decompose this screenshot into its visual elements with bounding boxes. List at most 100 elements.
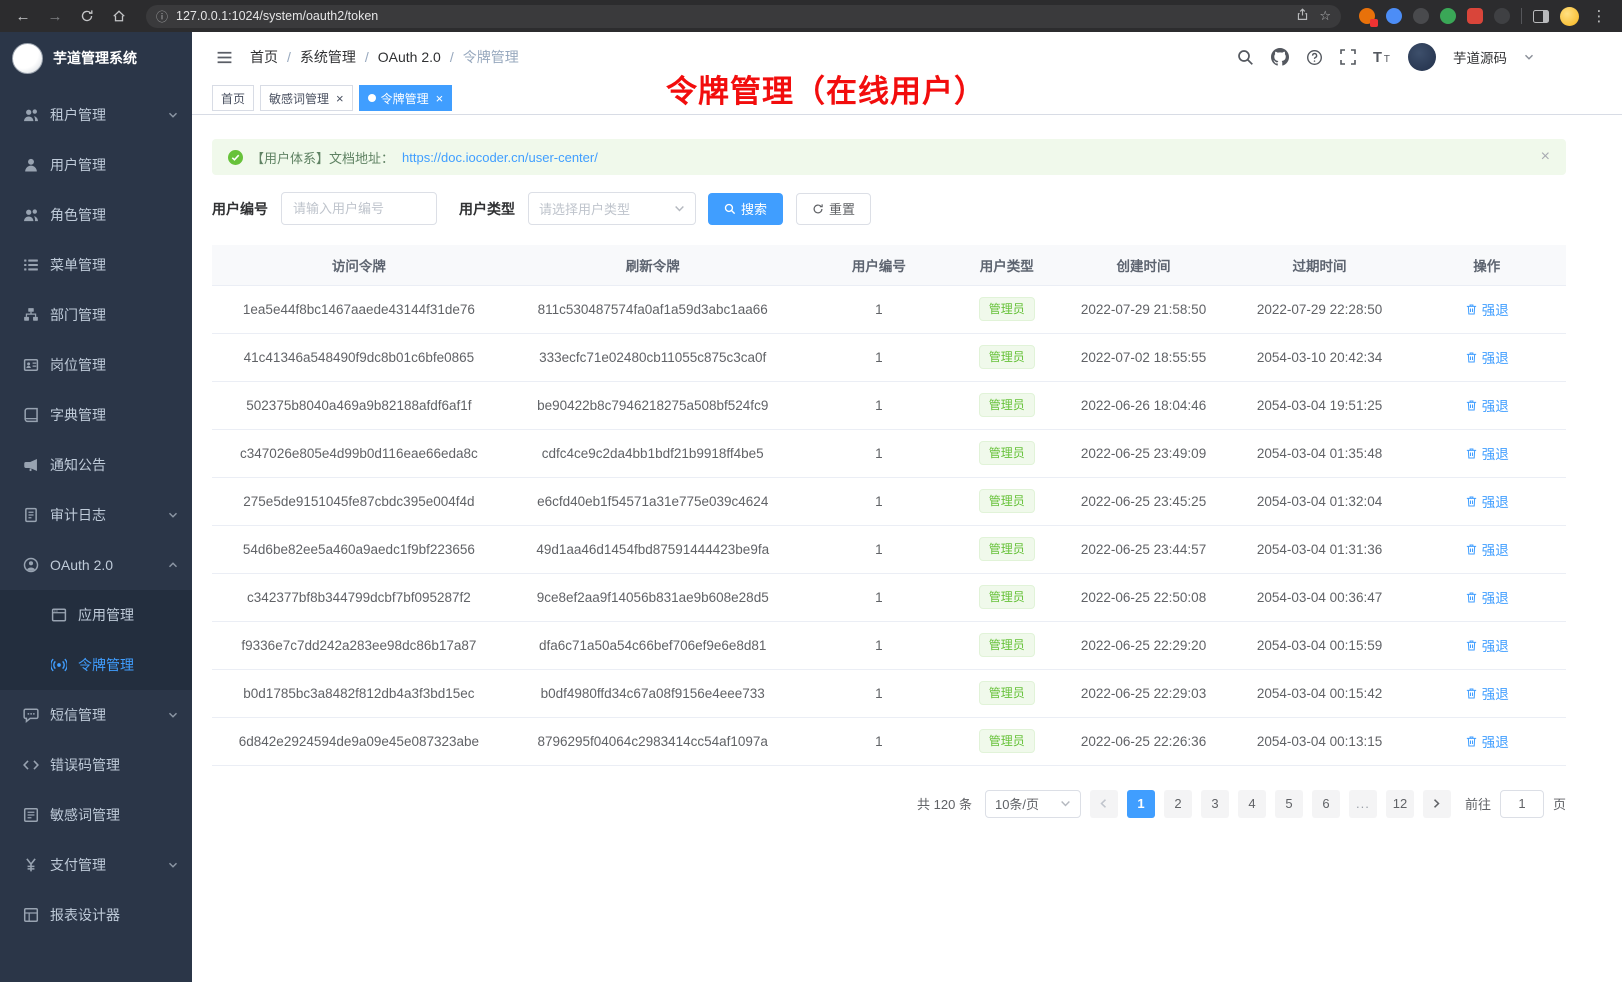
revoke-label: 强退 <box>1482 395 1509 415</box>
revoke-button[interactable]: 强退 <box>1465 587 1509 607</box>
user-type-select[interactable]: 请选择用户类型 <box>528 192 696 225</box>
search-button[interactable]: 搜索 <box>708 193 783 225</box>
breadcrumb-item-oauth2[interactable]: OAuth 2.0 <box>378 49 441 65</box>
share-icon[interactable] <box>1296 8 1309 24</box>
table-row: c347026e805e4d99b0d116eae66eda8ccdfc4ce9… <box>212 429 1566 477</box>
sidebar-item-pay[interactable]: 支付管理 <box>0 840 192 890</box>
sidebar-item-dept[interactable]: 部门管理 <box>0 290 192 340</box>
goto-page-input[interactable] <box>1500 790 1544 818</box>
page-button-12[interactable]: 12 <box>1386 790 1414 818</box>
extension-icon-1[interactable] <box>1359 8 1375 24</box>
revoke-label: 强退 <box>1482 539 1509 559</box>
page-button-1[interactable]: 1 <box>1127 790 1155 818</box>
revoke-button[interactable]: 强退 <box>1465 539 1509 559</box>
close-icon[interactable]: × <box>1541 148 1550 166</box>
sidebar-item-tenant[interactable]: 租户管理 <box>0 90 192 140</box>
extension-icon-4[interactable] <box>1440 8 1456 24</box>
sidebar-item-audit-log[interactable]: 审计日志 <box>0 490 192 540</box>
revoke-button[interactable]: 强退 <box>1465 395 1509 415</box>
more-pages-button[interactable]: ... <box>1349 790 1377 818</box>
user-name[interactable]: 芋道源码 <box>1453 47 1507 67</box>
trash-icon <box>1465 639 1478 652</box>
sidebar-item-sms[interactable]: 短信管理 <box>0 690 192 740</box>
back-icon[interactable]: ← <box>14 6 32 26</box>
page-button-2[interactable]: 2 <box>1164 790 1192 818</box>
app-logo[interactable]: 芋道管理系统 <box>0 32 192 84</box>
revoke-button[interactable]: 强退 <box>1465 299 1509 319</box>
extension-icon-2[interactable] <box>1386 8 1402 24</box>
page-button-5[interactable]: 5 <box>1275 790 1303 818</box>
create-time-cell: 2022-06-25 23:45:25 <box>1056 477 1232 525</box>
page-button-4[interactable]: 4 <box>1238 790 1266 818</box>
browser-profile-avatar[interactable] <box>1560 7 1579 26</box>
bookmark-star-icon[interactable]: ☆ <box>1319 8 1331 24</box>
sidebar-item-post[interactable]: 岗位管理 <box>0 340 192 390</box>
page-size-select[interactable]: 10条/页 <box>985 790 1081 818</box>
alert-link[interactable]: https://doc.iocoder.cn/user-center/ <box>402 150 598 165</box>
revoke-button[interactable]: 强退 <box>1465 635 1509 655</box>
user-avatar[interactable] <box>1408 43 1436 71</box>
site-info-icon[interactable]: ⓘ <box>156 8 168 25</box>
extension-icon-3[interactable] <box>1413 8 1429 24</box>
tab-home[interactable]: 首页 <box>212 85 254 111</box>
create-time-cell: 2022-06-25 22:26:36 <box>1056 717 1232 765</box>
breadcrumb-item-system[interactable]: 系统管理 <box>300 47 356 67</box>
sidebar-item-role[interactable]: 角色管理 <box>0 190 192 240</box>
sidebar-item-report[interactable]: 报表设计器 <box>0 890 192 940</box>
trash-icon <box>1465 591 1478 604</box>
reset-button[interactable]: 重置 <box>796 193 871 225</box>
table-row: f9336e7c7dd242a283ee98dc86b17a87dfa6c71a… <box>212 621 1566 669</box>
tab-token[interactable]: 令牌管理 × <box>359 85 453 111</box>
page-button-6[interactable]: 6 <box>1312 790 1340 818</box>
font-size-icon[interactable]: TT <box>1373 48 1391 66</box>
table-header-row: 访问令牌刷新令牌用户编号用户类型创建时间过期时间操作 <box>212 245 1566 285</box>
sidebar-item-error-code[interactable]: 错误码管理 <box>0 740 192 790</box>
page-numbers: 123456...12 <box>1127 790 1414 818</box>
sidebar-item-app[interactable]: 应用管理 <box>0 590 192 640</box>
chevron-down-icon <box>168 510 178 520</box>
home-icon[interactable] <box>110 6 128 26</box>
collapse-sidebar-icon[interactable] <box>216 49 233 66</box>
sidebar-item-dict[interactable]: 字典管理 <box>0 390 192 440</box>
chevron-right-icon <box>1431 798 1442 809</box>
extensions-puzzle-icon[interactable] <box>1467 8 1483 24</box>
extension-icon-5[interactable] <box>1494 8 1510 24</box>
oauth-icon <box>22 557 39 574</box>
sidebar-item-user[interactable]: 用户管理 <box>0 140 192 190</box>
column-header: 过期时间 <box>1232 245 1408 285</box>
forward-icon[interactable]: → <box>46 6 64 26</box>
reload-icon[interactable] <box>78 6 96 26</box>
user-id-cell: 1 <box>800 285 958 333</box>
sidebar-item-label: 令牌管理 <box>78 655 178 675</box>
user-type-cell: 管理员 <box>958 573 1055 621</box>
help-icon[interactable] <box>1306 49 1323 66</box>
prev-page-button[interactable] <box>1090 790 1118 818</box>
revoke-button[interactable]: 强退 <box>1465 347 1509 367</box>
sidebar-item-menu[interactable]: 菜单管理 <box>0 240 192 290</box>
sidebar-item-sensitive-word[interactable]: 敏感词管理 <box>0 790 192 840</box>
page-button-3[interactable]: 3 <box>1201 790 1229 818</box>
fullscreen-icon[interactable] <box>1340 49 1356 65</box>
address-bar[interactable]: ⓘ 127.0.0.1:1024/system/oauth2/token ☆ <box>146 5 1341 28</box>
sidebar-item-oauth2[interactable]: OAuth 2.0 <box>0 540 192 590</box>
revoke-button[interactable]: 强退 <box>1465 683 1509 703</box>
close-icon[interactable]: × <box>436 92 444 105</box>
sidebar-item-token[interactable]: 令牌管理 <box>0 640 192 690</box>
revoke-button[interactable]: 强退 <box>1465 731 1509 751</box>
search-icon[interactable] <box>1237 49 1254 66</box>
browser-menu-icon[interactable]: ⋮ <box>1590 6 1608 26</box>
breadcrumb-item-home[interactable]: 首页 <box>250 47 278 67</box>
user-type-cell: 管理员 <box>958 525 1055 573</box>
next-page-button[interactable] <box>1423 790 1451 818</box>
side-panel-icon[interactable] <box>1533 10 1549 23</box>
revoke-button[interactable]: 强退 <box>1465 491 1509 511</box>
github-icon[interactable] <box>1271 48 1289 66</box>
user-id-input[interactable] <box>281 192 437 225</box>
sidebar-item-notice[interactable]: 通知公告 <box>0 440 192 490</box>
tab-sensitive-word[interactable]: 敏感词管理 × <box>260 85 353 111</box>
alert-text: 【用户体系】文档地址： <box>251 148 394 167</box>
close-icon[interactable]: × <box>336 92 344 105</box>
revoke-button[interactable]: 强退 <box>1465 443 1509 463</box>
sensitive-icon <box>22 807 39 824</box>
chevron-down-icon[interactable] <box>1524 52 1534 62</box>
